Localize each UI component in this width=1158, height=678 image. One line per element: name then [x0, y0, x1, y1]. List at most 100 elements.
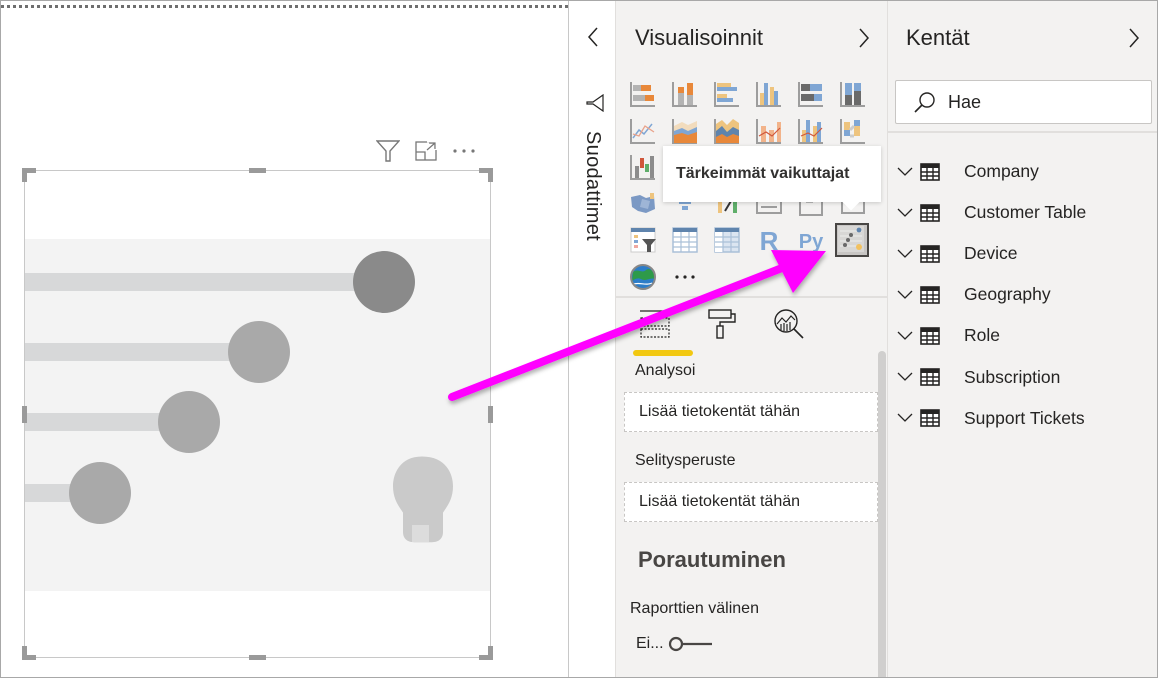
table-icon	[920, 162, 942, 181]
fields-tab-icon	[640, 310, 670, 338]
resize-handle-bottom-right[interactable]	[488, 646, 493, 660]
visual-python-visual-icon[interactable]: Py	[796, 225, 826, 255]
explain-by-drop-well[interactable]: Lisää tietokentät tähän	[624, 482, 878, 522]
report-canvas[interactable]	[1, 1, 568, 677]
filter-icon[interactable]	[375, 139, 401, 163]
field-table-item[interactable]: Support Tickets	[894, 398, 1086, 439]
filter-icon	[586, 93, 604, 117]
field-table-item[interactable]: Role	[894, 315, 1086, 356]
visual-100-stacked-column-chart-icon[interactable]	[838, 79, 868, 109]
fields-tab[interactable]	[633, 306, 693, 356]
visual-r-script-visual-icon[interactable]: R	[754, 225, 784, 255]
visual-slicer-icon[interactable]	[628, 225, 658, 255]
paint-roller-icon	[708, 309, 736, 339]
pane-tabs	[633, 306, 810, 356]
field-table-name: Role	[964, 325, 1000, 346]
visual-waterfall-chart-icon[interactable]	[628, 152, 658, 182]
resize-handle-top[interactable]	[249, 168, 266, 173]
field-table-item[interactable]: Geography	[894, 274, 1086, 315]
divider	[616, 296, 888, 298]
influencer-dot	[158, 391, 220, 453]
table-icon	[920, 409, 942, 427]
search-box[interactable]	[895, 80, 1152, 124]
visual-table-icon[interactable]	[670, 225, 700, 255]
divider	[888, 131, 1157, 133]
visual-header	[375, 139, 477, 163]
field-table-name: Company	[964, 161, 1039, 182]
visual-line-chart-icon[interactable]	[628, 116, 658, 146]
visual-stacked-area-chart-icon[interactable]	[712, 116, 742, 146]
chevron-right-icon[interactable]	[855, 25, 873, 51]
field-table-list: Company Customer Table Device Geography Role…	[894, 151, 1086, 439]
analytics-tab[interactable]	[768, 306, 810, 342]
visual-more-visuals-icon[interactable]	[670, 262, 700, 292]
visual-100-stacked-bar-chart-icon[interactable]	[796, 79, 826, 109]
table-icon	[920, 244, 942, 263]
search-icon	[914, 92, 935, 113]
toggle-switch-icon	[668, 636, 712, 652]
cross-report-label: Raporttien välinen	[630, 600, 759, 617]
resize-handle-right[interactable]	[488, 406, 493, 423]
visual-arcgis-map-icon[interactable]	[628, 262, 658, 292]
visual-clustered-column-chart-icon[interactable]	[754, 79, 784, 109]
chevron-right-icon[interactable]	[1125, 25, 1143, 51]
more-options-icon[interactable]	[451, 139, 477, 163]
field-table-name: Geography	[964, 284, 1051, 305]
influencer-bar	[25, 273, 384, 291]
toggle-state-text: Ei...	[636, 635, 664, 652]
chevron-down-icon[interactable]	[894, 290, 916, 300]
field-table-item[interactable]: Subscription	[894, 356, 1086, 397]
visualizations-pane: Visualisoinnit R Py Tärkeimmät vaikuttaja…	[616, 1, 888, 677]
visual-key-influencers-icon[interactable]	[835, 223, 869, 257]
analytics-magnifier-icon	[774, 309, 804, 339]
resize-handle-bottom[interactable]	[249, 655, 266, 660]
resize-handle-top-left[interactable]	[22, 168, 27, 182]
cross-report-toggle[interactable]: Ei...	[636, 635, 714, 653]
field-table-name: Customer Table	[964, 202, 1087, 223]
svg-text:R: R	[760, 226, 779, 255]
table-icon	[920, 286, 942, 304]
analyze-label: Analysoi	[635, 362, 696, 379]
chevron-down-icon[interactable]	[894, 249, 916, 259]
field-table-item[interactable]: Company	[894, 151, 1086, 192]
chevron-left-icon[interactable]	[583, 25, 603, 49]
field-table-item[interactable]: Customer Table	[894, 192, 1086, 233]
influencer-bar	[25, 343, 259, 361]
explain-by-label: Selitysperuste	[635, 452, 736, 469]
resize-handle-bottom-left[interactable]	[22, 646, 27, 660]
filters-label[interactable]: Suodattimet	[581, 131, 604, 241]
visual-ribbon-chart-icon[interactable]	[838, 116, 868, 146]
visual-line-and-stacked-column-chart-icon[interactable]	[754, 116, 784, 146]
tooltip: Tärkeimmät vaikuttajat	[663, 146, 881, 202]
influencer-dot	[228, 321, 290, 383]
svg-text:Py: Py	[799, 231, 824, 253]
field-table-item[interactable]: Device	[894, 233, 1086, 274]
chevron-down-icon[interactable]	[894, 331, 916, 341]
filters-pane-collapsed[interactable]: Suodattimet	[568, 1, 616, 677]
key-influencers-visual[interactable]	[22, 168, 493, 660]
visual-matrix-icon[interactable]	[712, 225, 742, 255]
page-boundary	[1, 5, 568, 8]
focus-mode-icon[interactable]	[413, 139, 439, 163]
analyze-drop-well[interactable]: Lisää tietokentät tähän	[624, 392, 878, 432]
resize-handle-top-right[interactable]	[488, 168, 493, 182]
resize-handle-left[interactable]	[22, 406, 27, 423]
chevron-down-icon[interactable]	[894, 413, 916, 423]
scrollbar[interactable]	[878, 351, 886, 677]
visual-stacked-column-chart-icon[interactable]	[670, 79, 700, 109]
chevron-down-icon[interactable]	[894, 372, 916, 382]
visual-line-and-clustered-column-chart-icon[interactable]	[796, 116, 826, 146]
influencer-dot	[353, 251, 415, 313]
format-tab[interactable]	[701, 306, 743, 342]
lightbulb-icon	[393, 456, 453, 543]
chevron-down-icon[interactable]	[894, 208, 916, 218]
visual-clustered-bar-chart-icon[interactable]	[712, 79, 742, 109]
visual-filled-map-icon[interactable]	[628, 189, 658, 219]
visual-area-chart-icon[interactable]	[670, 116, 700, 146]
key-influencers-placeholder-graphic	[25, 251, 453, 543]
table-icon	[920, 368, 942, 386]
visualizations-title: Visualisoinnit	[635, 25, 764, 50]
chevron-down-icon[interactable]	[894, 167, 916, 177]
search-input[interactable]	[948, 91, 1128, 113]
visual-stacked-bar-chart-icon[interactable]	[628, 79, 658, 109]
